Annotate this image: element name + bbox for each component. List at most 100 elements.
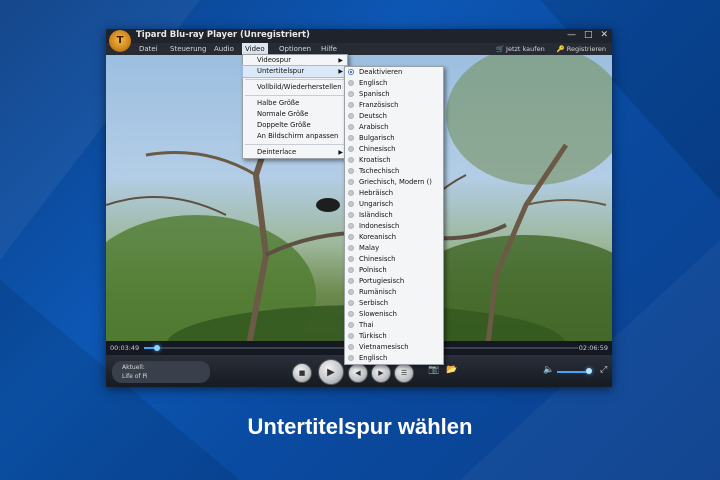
radio-icon [348,80,354,86]
subtitle-option-label: Portugiesisch [359,277,405,285]
subtitle-option[interactable]: Kroatisch [345,155,443,166]
subtitle-option[interactable]: Englisch [345,78,443,89]
submenu-arrow-icon: ▶ [338,68,343,75]
subtitle-option[interactable]: Thai [345,320,443,331]
stop-icon: ■ [298,369,306,377]
subtitle-option[interactable]: Englisch [345,353,443,364]
radio-icon [348,245,354,251]
subtitle-option-label: Serbisch [359,299,389,307]
seek-handle[interactable] [154,345,161,351]
subtitle-option-label: Chinesisch [359,145,396,153]
radio-icon [348,355,354,361]
menu-item-doppelte-groesse[interactable]: Doppelte Größe [243,120,347,131]
title-bar: Tipard Blu-ray Player (Unregistriert) — … [106,29,612,43]
key-icon: 🔑 [556,45,565,53]
now-playing-panel: Aktuell: Life of Pi [112,361,210,383]
subtitle-option-label: Spanisch [359,90,390,98]
radio-icon [348,135,354,141]
radio-icon [348,278,354,284]
subtitle-option[interactable]: Polnisch [345,265,443,276]
volume-handle[interactable] [586,368,592,374]
minimize-button[interactable]: — [567,29,576,42]
buy-link[interactable]: 🛒 Jetzt kaufen [496,43,545,55]
caption-heading: Untertitelspur wählen [247,414,473,439]
menu-separator [245,95,345,96]
subtitle-option[interactable]: Slowenisch [345,309,443,320]
menu-item-videospur[interactable]: Videospur ▶ [243,55,347,66]
radio-selected-icon [348,69,354,75]
subtitle-option[interactable]: Rumänisch [345,287,443,298]
subtitle-option-label: Slowenisch [359,310,397,318]
subtitle-option-label: Tschechisch [359,167,400,175]
subtitle-option-label: Thai [359,321,374,329]
radio-icon [348,91,354,97]
subtitle-option-label: Arabisch [359,123,389,131]
menu-separator [245,79,345,80]
subtitle-option[interactable]: Isländisch [345,210,443,221]
submenu-arrow-icon: ▶ [338,57,343,64]
subtitle-option[interactable]: Koreanisch [345,232,443,243]
subtitle-option-label: Französisch [359,101,399,109]
snapshot-icon[interactable]: 📷 [428,365,439,375]
menu-item-normale-groesse[interactable]: Normale Größe [243,109,347,120]
previous-button[interactable]: ◀ [348,363,368,383]
stop-button[interactable]: ■ [292,363,312,383]
subtitle-option[interactable]: Deutsch [345,111,443,122]
subtitle-option[interactable]: Arabisch [345,122,443,133]
window-title: Tipard Blu-ray Player (Unregistriert) [136,30,310,40]
subtitle-option[interactable]: Ungarisch [345,199,443,210]
cart-icon: 🛒 [495,45,505,53]
subtitle-option-label: Türkisch [359,332,387,340]
next-button[interactable]: ▶ [371,363,391,383]
menu-button[interactable]: ☰ [394,363,414,383]
close-button[interactable]: ✕ [600,29,608,42]
radio-icon [348,300,354,306]
radio-icon [348,311,354,317]
maximize-button[interactable]: □ [584,29,593,42]
subtitle-option-label: Chinesisch [359,255,396,263]
radio-icon [348,179,354,185]
fullscreen-icon[interactable]: ⤢ [600,365,607,375]
subtitle-option[interactable]: Malay [345,243,443,254]
play-button[interactable]: ▶ [318,359,344,385]
subtitle-option[interactable]: Tschechisch [345,166,443,177]
menu-separator [245,144,345,145]
subtitle-option[interactable]: Vietnamesisch [345,342,443,353]
subtitle-option[interactable]: Deaktivieren [345,67,443,78]
subtitle-option[interactable]: Chinesisch [345,254,443,265]
speaker-icon[interactable]: 🔈 [543,365,554,375]
volume-track[interactable] [557,371,587,373]
total-time: 02:06:59 [578,344,608,352]
subtitle-option[interactable]: Portugiesisch [345,276,443,287]
menu-item-untertitelspur[interactable]: Untertitelspur ▶ [242,65,348,78]
register-link[interactable]: 🔑 Registrieren [557,43,606,55]
submenu-arrow-icon: ▶ [338,149,343,156]
subtitle-option[interactable]: Spanisch [345,89,443,100]
radio-icon [348,256,354,262]
subtitle-option[interactable]: Indonesisch [345,221,443,232]
subtitle-option-label: Koreanisch [359,233,397,241]
menu-item-an-bildschirm-anpassen[interactable]: An Bildschirm anpassen [243,131,347,142]
subtitle-option-label: Rumänisch [359,288,397,296]
folder-icon[interactable]: 📂 [446,365,457,375]
subtitle-option[interactable]: Französisch [345,100,443,111]
subtitle-option-label: Bulgarisch [359,134,395,142]
menu-audio[interactable]: Audio [211,43,237,55]
menu-steuerung[interactable]: Steuerung [167,43,209,55]
menu-item-halbe-groesse[interactable]: Halbe Größe [243,98,347,109]
subtitle-option[interactable]: Hebräisch [345,188,443,199]
radio-icon [348,212,354,218]
subtitle-option[interactable]: Bulgarisch [345,133,443,144]
subtitle-option[interactable]: Türkisch [345,331,443,342]
subtitle-option-label: Deutsch [359,112,387,120]
subtitle-option[interactable]: Chinesisch [345,144,443,155]
menu-item-vollbild[interactable]: Vollbild/Wiederherstellen [243,82,347,93]
menu-item-deinterlace[interactable]: Deinterlace ▶ [243,147,347,158]
subtitle-option-label: Vietnamesisch [359,343,409,351]
subtitle-option[interactable]: Serbisch [345,298,443,309]
menu-datei[interactable]: Datei [136,43,161,55]
radio-icon [348,322,354,328]
subtitle-option-label: Malay [359,244,380,252]
subtitle-option-label: Ungarisch [359,200,394,208]
subtitle-option[interactable]: Griechisch, Modern () [345,177,443,188]
